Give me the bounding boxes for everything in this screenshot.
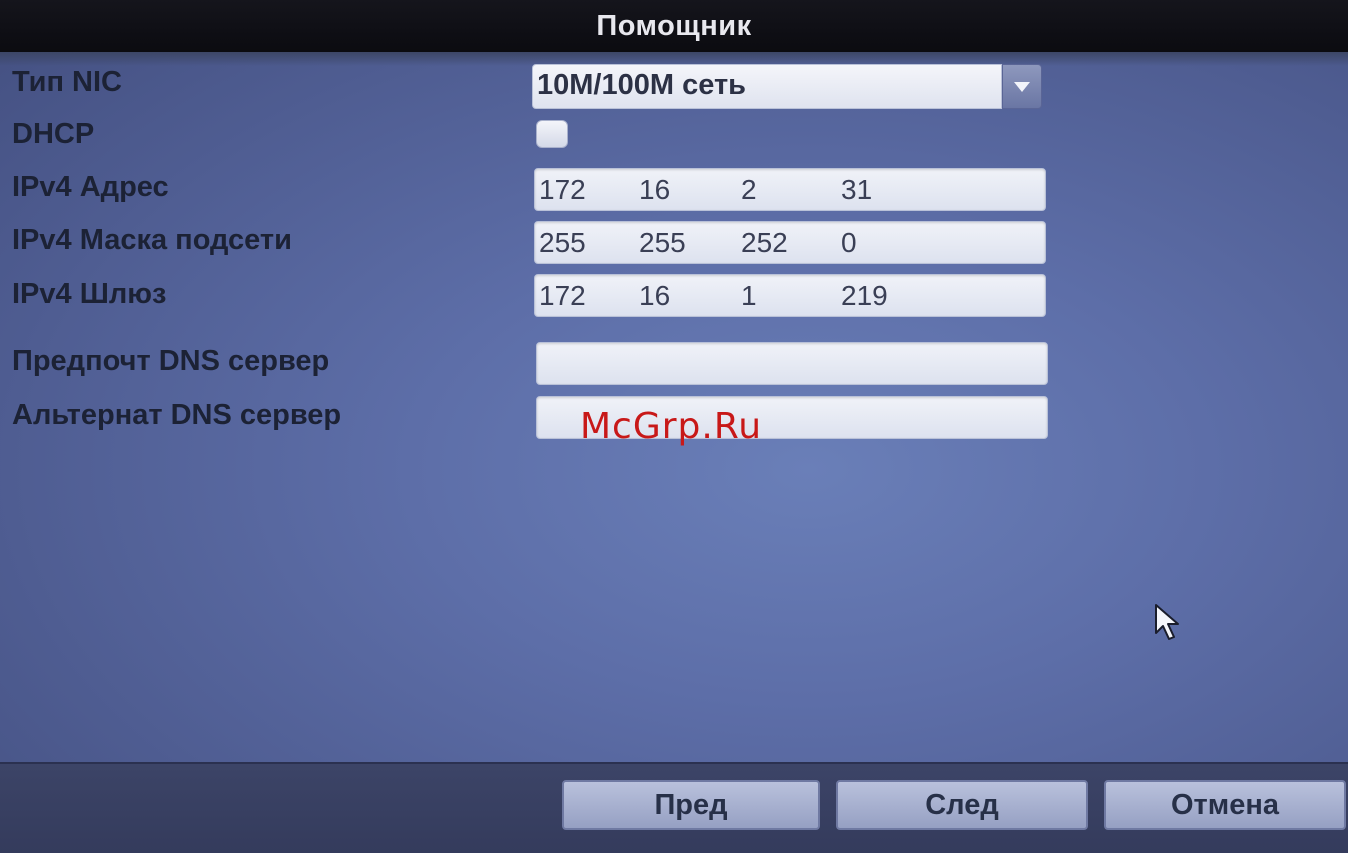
ipv4-mask-field[interactable]: 255 255 252 0 — [534, 221, 1046, 264]
ipv4-mask-octet-1[interactable]: 255 — [539, 227, 586, 259]
nic-type-value: 10M/100M сеть — [537, 69, 746, 101]
mouse-pointer-icon — [1155, 604, 1179, 640]
watermark: McGrp.Ru — [580, 406, 763, 447]
alternate-dns-label: Альтернат DNS сервер — [12, 399, 342, 431]
ipv4-address-octet-1[interactable]: 172 — [539, 174, 586, 206]
preferred-dns-field[interactable] — [536, 342, 1048, 385]
ipv4-mask-octet-4[interactable]: 0 — [841, 227, 857, 259]
ipv4-address-octet-4[interactable]: 31 — [841, 174, 872, 206]
ipv4-mask-label: IPv4 Маска подсети — [12, 224, 292, 256]
cancel-button[interactable]: Отмена — [1104, 780, 1346, 830]
wizard-screen: Помощник Тип NIC 10M/100M сеть DHCP IPv4… — [0, 0, 1348, 853]
ipv4-gateway-field[interactable]: 172 16 1 219 — [534, 274, 1046, 317]
ipv4-mask-octet-3[interactable]: 252 — [741, 227, 788, 259]
ipv4-gateway-label: IPv4 Шлюз — [12, 278, 167, 310]
ipv4-mask-octet-2[interactable]: 255 — [639, 227, 686, 259]
preferred-dns-label: Предпочт DNS сервер — [12, 345, 330, 377]
ipv4-address-octet-3[interactable]: 2 — [741, 174, 757, 206]
dhcp-checkbox[interactable] — [536, 120, 568, 148]
nic-type-dropdown-button[interactable] — [1002, 64, 1042, 109]
ipv4-address-label: IPv4 Адрес — [12, 171, 169, 203]
ipv4-gateway-octet-3[interactable]: 1 — [741, 280, 757, 312]
chevron-down-icon — [1014, 81, 1030, 92]
dialog-title: Помощник — [596, 9, 752, 42]
next-button[interactable]: След — [836, 780, 1088, 830]
nic-type-label: Тип NIC — [12, 66, 122, 98]
ipv4-gateway-octet-2[interactable]: 16 — [639, 280, 670, 312]
nic-type-select[interactable]: 10M/100M сеть — [532, 64, 1002, 109]
ipv4-gateway-octet-4[interactable]: 219 — [841, 280, 888, 312]
ipv4-address-octet-2[interactable]: 16 — [639, 174, 670, 206]
title-bar: Помощник — [0, 0, 1348, 52]
ipv4-address-field[interactable]: 172 16 2 31 — [534, 168, 1046, 211]
dhcp-label: DHCP — [12, 118, 95, 150]
ipv4-gateway-octet-1[interactable]: 172 — [539, 280, 586, 312]
prev-button[interactable]: Пред — [562, 780, 820, 830]
